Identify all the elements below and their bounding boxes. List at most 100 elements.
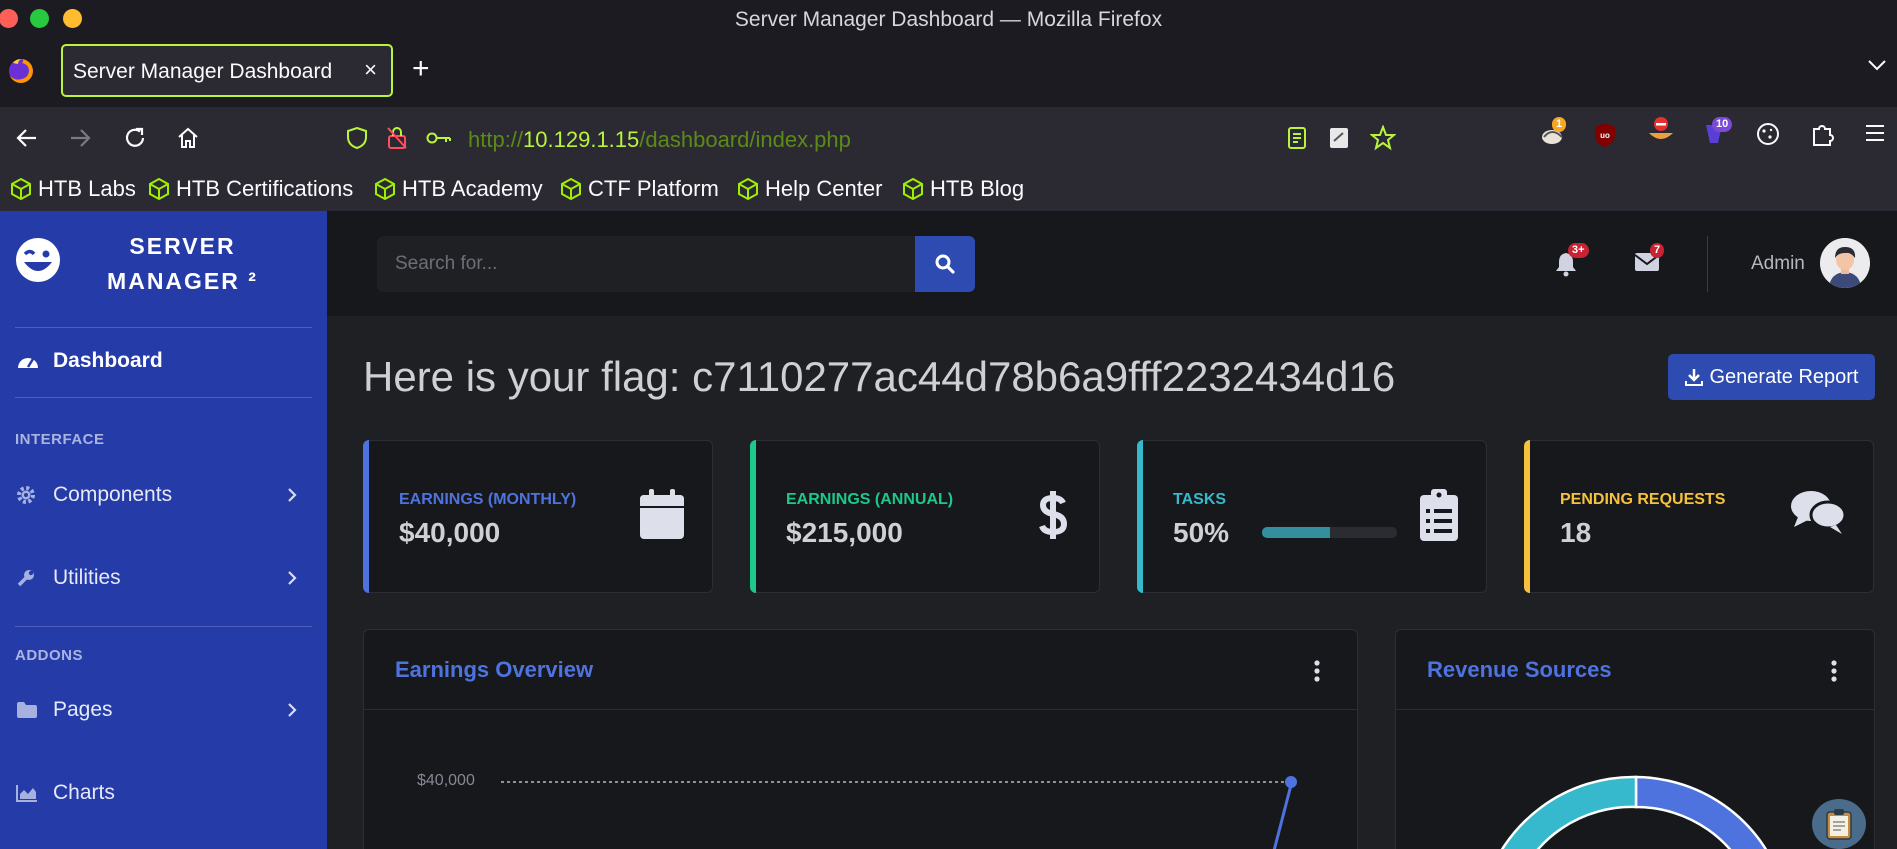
donut-segment[interactable] bbox=[1484, 775, 1638, 849]
chart-area-icon bbox=[16, 784, 38, 802]
card-label: EARNINGS (MONTHLY) bbox=[399, 491, 577, 508]
url-bar[interactable]: http://10.129.1.15/dashboard/index.php bbox=[340, 115, 1400, 161]
bookmark-star-icon[interactable] bbox=[1370, 125, 1396, 151]
clipboard-floating-button[interactable] bbox=[1812, 799, 1866, 849]
key-icon[interactable] bbox=[426, 129, 452, 147]
shield-icon[interactable] bbox=[346, 126, 368, 150]
messages-badge: 7 bbox=[1650, 243, 1665, 258]
sidebar-item-charts[interactable]: Charts bbox=[0, 768, 327, 818]
window-titlebar: Server Manager Dashboard — Mozilla Firef… bbox=[0, 0, 1897, 37]
card-pending-requests: PENDING REQUESTS 18 bbox=[1524, 440, 1874, 593]
topbar-divider bbox=[1707, 236, 1708, 292]
user-name[interactable]: Admin bbox=[1751, 253, 1805, 275]
card-value: 18 bbox=[1560, 517, 1592, 548]
bookmark-htb-academy[interactable]: HTB Academy bbox=[374, 174, 543, 204]
card-accent bbox=[363, 440, 369, 593]
url-scheme: http:// bbox=[468, 127, 524, 152]
generate-report-label: Generate Report bbox=[1709, 365, 1859, 388]
cookie-icon[interactable] bbox=[1755, 121, 1781, 147]
clipboard-icon bbox=[1824, 808, 1854, 840]
laugh-wink-icon[interactable] bbox=[14, 236, 62, 284]
revenue-donut-chart bbox=[1484, 775, 1784, 849]
tab-server-manager[interactable]: Server Manager Dashboard × bbox=[61, 44, 393, 97]
htb-cube-icon bbox=[10, 177, 32, 201]
insecure-lock-icon[interactable] bbox=[386, 126, 408, 150]
search-button[interactable] bbox=[915, 236, 975, 292]
card-label: TASKS bbox=[1173, 491, 1227, 508]
extension-icon[interactable]: 10 bbox=[1700, 117, 1733, 147]
brand-line-2: MANAGER ² bbox=[107, 268, 258, 294]
page-note-icon[interactable] bbox=[1328, 126, 1350, 150]
htb-cube-icon bbox=[374, 177, 396, 201]
forward-icon[interactable] bbox=[67, 125, 93, 151]
search-input[interactable] bbox=[377, 236, 918, 292]
bookmark-help-center[interactable]: Help Center bbox=[737, 174, 882, 204]
search-icon bbox=[934, 253, 956, 275]
sidebar-item-pages[interactable]: Pages bbox=[0, 685, 327, 735]
noscript-icon[interactable] bbox=[1646, 115, 1676, 147]
sidebar-heading-interface: INTERFACE bbox=[15, 431, 105, 448]
reload-icon[interactable] bbox=[122, 125, 148, 151]
htb-cube-icon bbox=[737, 177, 759, 201]
card-accent bbox=[750, 440, 756, 593]
messages-button[interactable]: 7 bbox=[1634, 243, 1665, 273]
card-accent bbox=[1524, 440, 1530, 593]
htb-cube-icon bbox=[902, 177, 924, 201]
donut-segment[interactable] bbox=[1634, 775, 1784, 849]
brand-name[interactable]: SERVER MANAGER ² bbox=[100, 229, 265, 299]
new-tab-button[interactable]: + bbox=[412, 54, 430, 84]
bookmark-htb-blog[interactable]: HTB Blog bbox=[902, 174, 1024, 204]
svg-text:uo: uo bbox=[1600, 131, 1610, 140]
tasks-progress-fill bbox=[1262, 527, 1330, 538]
sidebar-divider bbox=[15, 626, 312, 627]
earnings-area-chart bbox=[501, 776, 1297, 849]
sidebar-item-components[interactable]: Components bbox=[0, 470, 327, 520]
tab-close-button[interactable]: × bbox=[364, 57, 377, 83]
earnings-line bbox=[1272, 784, 1293, 849]
sidebar-item-label: Components bbox=[53, 483, 173, 506]
sidebar-item-label: Pages bbox=[53, 698, 113, 721]
brand-line-1: SERVER bbox=[129, 233, 236, 259]
back-icon[interactable] bbox=[14, 125, 40, 151]
firefox-icon bbox=[7, 57, 35, 85]
bookmark-htb-certifications[interactable]: HTB Certifications bbox=[148, 174, 353, 204]
hamburger-menu-icon[interactable] bbox=[1864, 123, 1886, 143]
folder-icon bbox=[16, 701, 38, 719]
firebug-icon[interactable]: 1 bbox=[1538, 117, 1570, 149]
url-text[interactable]: http://10.129.1.15/dashboard/index.php bbox=[468, 127, 851, 153]
sidebar-item-dashboard[interactable]: Dashboard bbox=[0, 336, 327, 386]
alerts-button[interactable]: 3+ bbox=[1554, 243, 1589, 277]
data-point[interactable] bbox=[1285, 776, 1297, 788]
user-avatar[interactable] bbox=[1820, 238, 1870, 288]
card-label: PENDING REQUESTS bbox=[1560, 491, 1726, 508]
list-all-tabs-icon[interactable] bbox=[1867, 59, 1887, 71]
bookmark-label: HTB Certifications bbox=[176, 176, 354, 201]
wrench-icon bbox=[16, 568, 36, 588]
chevron-right-icon bbox=[286, 487, 298, 503]
extensions-puzzle-icon[interactable] bbox=[1810, 121, 1834, 147]
home-icon[interactable] bbox=[175, 125, 201, 151]
bookmark-label: Help Center bbox=[765, 176, 883, 201]
bookmark-htb-labs[interactable]: HTB Labs bbox=[10, 174, 136, 204]
card-earnings-annual: EARNINGS (ANNUAL) $215,000 bbox=[750, 440, 1100, 593]
card-tasks: TASKS 50% bbox=[1137, 440, 1487, 593]
ublock-icon[interactable]: uo bbox=[1593, 121, 1617, 149]
bookmark-ctf-platform[interactable]: CTF Platform bbox=[560, 174, 719, 204]
tab-bar: Server Manager Dashboard × + bbox=[0, 37, 1897, 107]
sidebar-heading-addons: ADDONS bbox=[15, 647, 84, 664]
sidebar-divider bbox=[15, 327, 312, 328]
htb-cube-icon bbox=[148, 177, 170, 201]
sidebar-item-label: Dashboard bbox=[53, 349, 163, 372]
revenue-sources-panel: Revenue Sources bbox=[1395, 629, 1875, 849]
generate-report-button[interactable]: Generate Report bbox=[1668, 354, 1875, 400]
sidebar-item-label: Charts bbox=[53, 781, 115, 804]
earnings-overview-panel: Earnings Overview $40,000 bbox=[363, 629, 1358, 849]
card-value: 50% bbox=[1173, 517, 1230, 548]
navigation-toolbar: http://10.129.1.15/dashboard/index.php 1… bbox=[0, 107, 1897, 169]
url-path: /dashboard/index.php bbox=[639, 127, 851, 152]
extension-badge: 10 bbox=[1712, 117, 1733, 132]
sidebar-divider bbox=[15, 397, 312, 398]
reader-view-icon[interactable] bbox=[1287, 126, 1307, 150]
sidebar-item-label: Utilities bbox=[53, 566, 121, 589]
sidebar-item-utilities[interactable]: Utilities bbox=[0, 553, 327, 603]
